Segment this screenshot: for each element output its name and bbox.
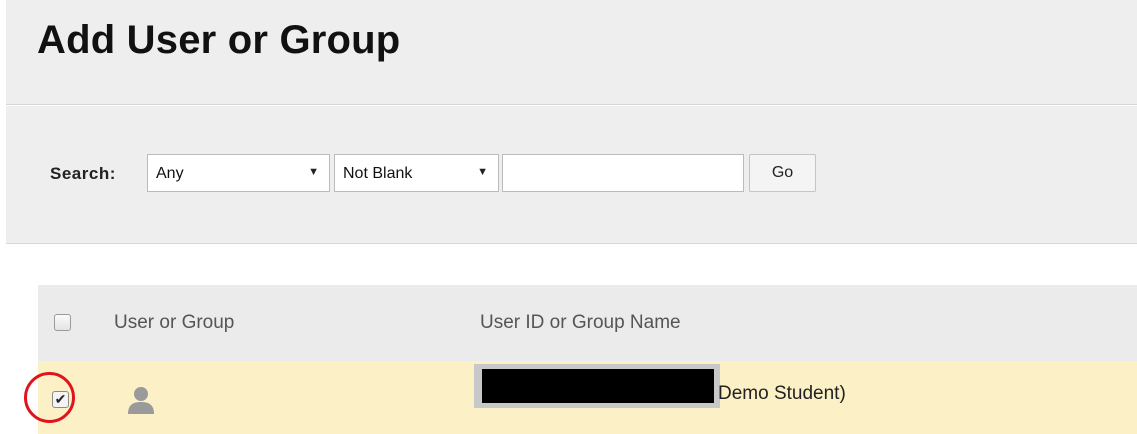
search-input[interactable] [502,154,744,192]
annotation-circle [24,372,75,423]
user-icon [128,387,154,414]
search-bar: Search: Any ▼ Not Blank ▼ Go [6,106,1137,244]
chevron-down-icon: ▼ [477,166,488,178]
table-header: User or Group User ID or Group Name [38,285,1137,361]
column-header-user-id[interactable]: User ID or Group Name [480,312,681,334]
search-label: Search: [50,164,116,183]
redacted-block [482,369,714,403]
search-condition-value: Not Blank [343,165,413,182]
page-header: Add User or Group [6,0,1137,105]
page-title: Add User or Group [37,18,401,62]
go-button[interactable]: Go [749,154,816,192]
search-field-select[interactable]: Any ▼ [147,154,330,192]
search-field-value: Any [156,165,184,182]
search-condition-select[interactable]: Not Blank ▼ [334,154,499,192]
chevron-down-icon: ▼ [308,166,319,178]
column-header-user-or-group[interactable]: User or Group [114,312,234,334]
select-all-checkbox[interactable] [54,314,71,331]
user-name: Demo Student) [718,383,846,404]
table-row[interactable]: ✔ Demo Student) [38,361,1137,434]
